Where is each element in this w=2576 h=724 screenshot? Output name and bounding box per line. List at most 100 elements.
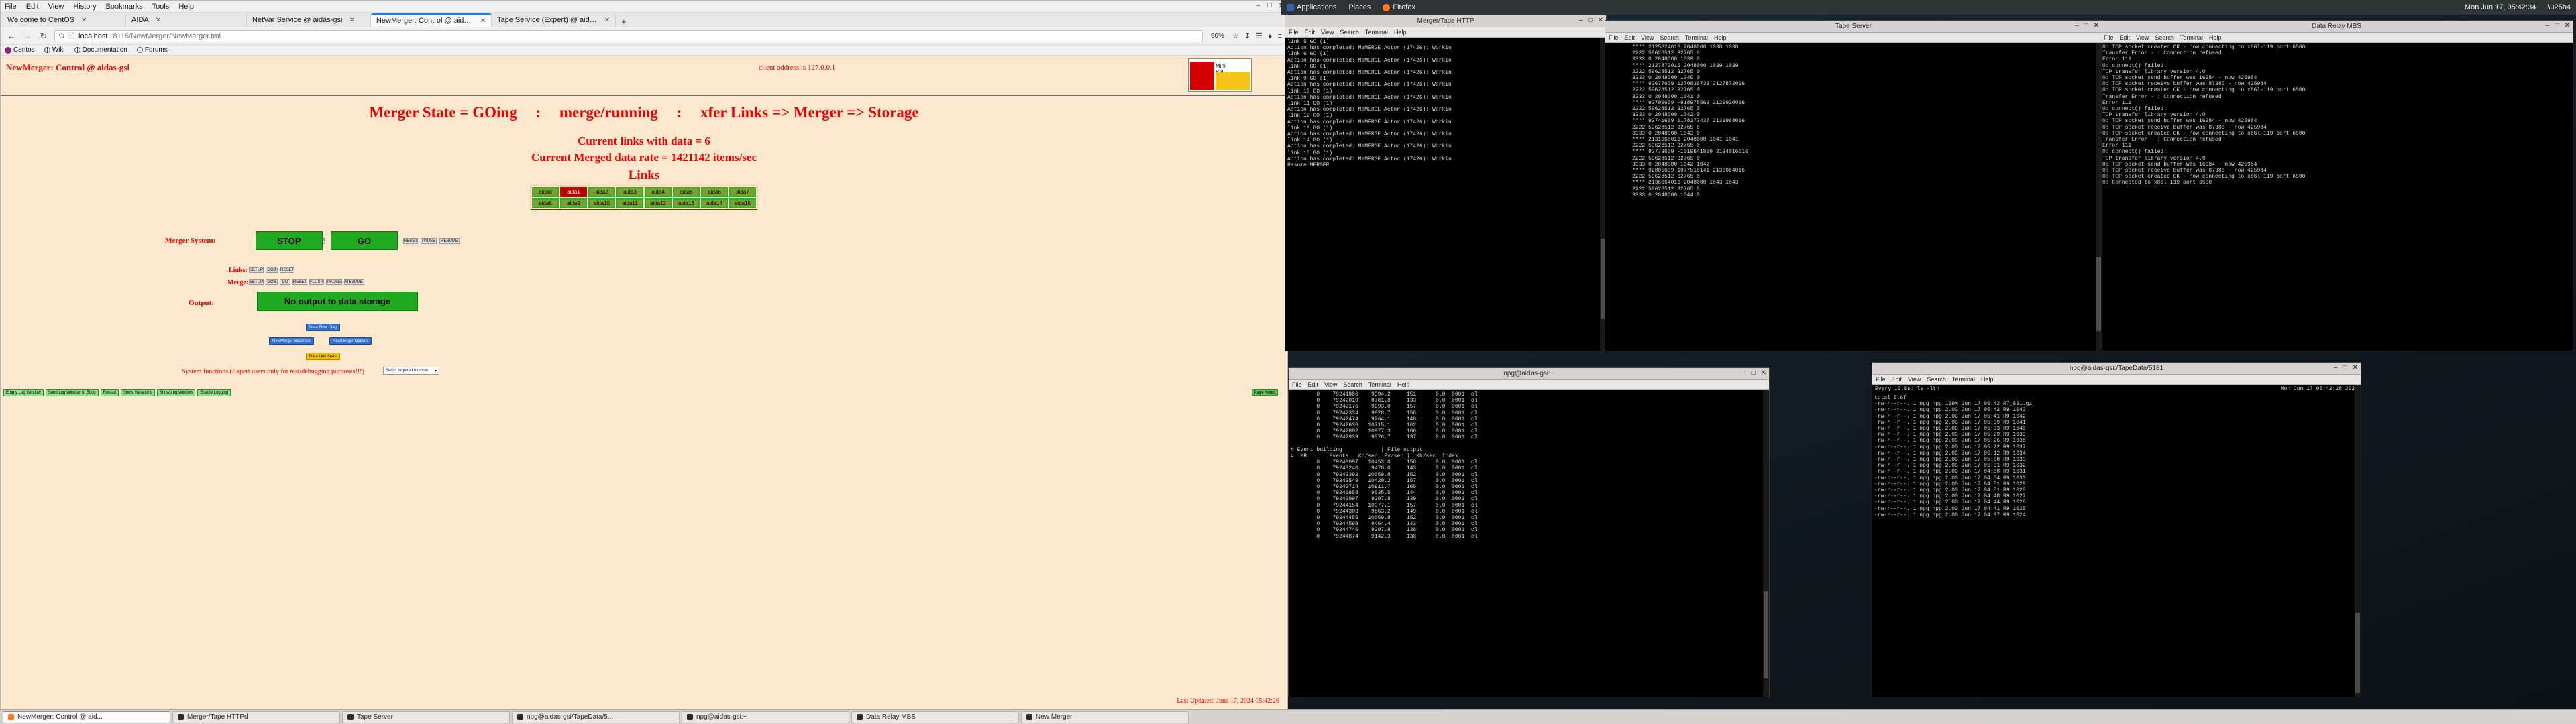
link-cell-aida15[interactable]: aida15 — [729, 198, 756, 208]
close-button[interactable]: ✕ — [1598, 17, 1603, 24]
show-variations-button[interactable]: Show Variations — [121, 389, 155, 396]
close-button[interactable]: ✕ — [2565, 22, 2570, 29]
browser-tab-aida[interactable]: AIDA ✕ — [126, 13, 247, 27]
link-cell-aida3[interactable]: aida3 — [616, 187, 643, 197]
browser-tab-tapeservice[interactable]: Tape Service (Expert) @ aidas... ✕ — [492, 13, 616, 27]
menu-file[interactable]: File — [1609, 34, 1619, 41]
system-function-select[interactable]: Select required function ▾ — [383, 367, 439, 375]
send-log-window-to-elog-button[interactable]: Send Log Window to ELog — [46, 389, 99, 396]
menu-help[interactable]: Help — [1981, 376, 1994, 383]
link-cell-aida9[interactable]: aida9 — [560, 198, 587, 208]
tab-close-icon[interactable]: ✕ — [156, 17, 161, 24]
menu-view[interactable]: View — [1324, 381, 1337, 388]
terminal-titlebar[interactable]: Tape Server – □ ✕ — [1605, 21, 2102, 33]
zoom-level[interactable]: 60% — [1208, 32, 1227, 40]
maximize-button[interactable]: □ — [2555, 22, 2559, 29]
browser-tab-newmerger[interactable]: NewMerger: Control @ aidas-... ✕ — [371, 13, 492, 27]
new-tab-button[interactable]: + — [616, 17, 632, 27]
maximize-button[interactable]: □ — [2343, 364, 2347, 371]
minimize-button[interactable]: – — [1579, 17, 1583, 24]
bookmark-wiki[interactable]: Wiki — [44, 46, 65, 54]
merge-go-button[interactable]: GO — [280, 279, 290, 285]
menu-help[interactable]: Help — [178, 3, 194, 11]
tab-close-icon[interactable]: ✕ — [349, 17, 354, 24]
link-cell-aida1[interactable]: aida1 — [560, 187, 587, 197]
menu-bookmarks[interactable]: Bookmarks — [106, 3, 143, 11]
menu-search[interactable]: Search — [1660, 34, 1679, 41]
minimize-button[interactable]: – — [2334, 364, 2338, 371]
merge-reset-button[interactable]: RESET — [292, 279, 307, 285]
merge-resume-button[interactable]: RESUME — [344, 279, 364, 285]
menu-help[interactable]: Help — [1394, 29, 1407, 36]
show-log-window-button[interactable]: Show Log Window — [157, 389, 196, 396]
merge-gob-button[interactable]: GOB — [266, 279, 278, 285]
terminal-titlebar[interactable]: npg@aidas-gsi:~ – □ ✕ — [1289, 368, 1769, 380]
menu-edit[interactable]: Edit — [1625, 34, 1635, 41]
menu-view[interactable]: View — [1641, 34, 1654, 41]
tab-close-icon[interactable]: ✕ — [604, 17, 610, 24]
merger-resume-button[interactable]: RESUME — [439, 238, 460, 244]
newmerger-options-button[interactable]: NewMerger Options — [329, 337, 372, 345]
link-cell-aida12[interactable]: aida12 — [645, 198, 672, 208]
merger-stop-button[interactable]: STOP — [256, 231, 323, 250]
taskbar-item-merger-tape-httpd[interactable]: Merger/Tape HTTPd — [172, 711, 340, 723]
menu-view[interactable]: View — [1321, 29, 1334, 36]
menu-search[interactable]: Search — [1340, 29, 1359, 36]
link-cell-aida8[interactable]: aida8 — [532, 198, 559, 208]
maximize-button[interactable]: □ — [2084, 22, 2088, 29]
merger-go-button[interactable]: GO — [331, 231, 398, 250]
account-icon[interactable]: ● — [1268, 32, 1273, 40]
menu-edit[interactable]: Edit — [1308, 381, 1319, 388]
taskbar-item-newmerger[interactable]: NewMerger: Control @ aid... — [3, 711, 170, 723]
merger-pause-button[interactable]: PAUSE — [421, 238, 437, 244]
menu-file[interactable]: File — [1289, 29, 1299, 36]
taskbar-item-data-relay-mbs[interactable]: Data Relay MBS — [851, 711, 1019, 723]
back-icon[interactable]: ← — [6, 31, 17, 41]
panel-applications-menu[interactable]: Applications — [1287, 3, 1336, 11]
menu-terminal[interactable]: Terminal — [1368, 381, 1391, 388]
merger-reset-button[interactable]: RESET — [403, 238, 418, 244]
minimize-button[interactable]: – — [1256, 1, 1260, 10]
link-cell-aida4[interactable]: aida4 — [645, 187, 672, 197]
menu-edit[interactable]: Edit — [26, 3, 39, 11]
menu-history[interactable]: History — [73, 3, 96, 11]
close-button[interactable]: ✕ — [1761, 369, 1766, 377]
menu-search[interactable]: Search — [1927, 376, 1946, 383]
menu-terminal[interactable]: Terminal — [1685, 34, 1708, 41]
menu-terminal[interactable]: Terminal — [1952, 376, 1975, 383]
taskbar-item-npg-home[interactable]: npg@aidas-gsi:~ — [682, 711, 849, 723]
browser-tab-netvar[interactable]: NetVar Service @ aidas-gsi ✕ — [247, 13, 371, 27]
taskbar-item-new-merger[interactable]: New Merger — [1021, 711, 1189, 723]
menu-file[interactable]: File — [5, 3, 17, 11]
menu-edit[interactable]: Edit — [1305, 29, 1316, 36]
bookmark-star-icon[interactable]: ☆ — [1232, 32, 1239, 40]
links-setup-button[interactable]: SETUP — [249, 267, 264, 273]
menu-help[interactable]: Help — [1397, 381, 1410, 388]
menu-help[interactable]: Help — [1714, 34, 1727, 41]
links-gob-button[interactable]: GOB — [266, 267, 278, 273]
close-button[interactable]: ✕ — [2094, 22, 2099, 29]
close-button[interactable]: ✕ — [2353, 364, 2358, 371]
menu-terminal[interactable]: Terminal — [1365, 29, 1388, 36]
taskbar-item-tapedata[interactable]: npg@aidas-gsi/TapeData/5... — [512, 711, 680, 723]
minimize-button[interactable]: – — [2546, 22, 2550, 29]
bookmark-documentation[interactable]: Documentation — [74, 46, 127, 54]
data-link-stats-button[interactable]: Data Link Stats — [306, 353, 340, 360]
menu-file[interactable]: File — [1876, 376, 1886, 383]
link-cell-aida0[interactable]: aida0 — [532, 187, 559, 197]
terminal-titlebar[interactable]: Data Relay MBS – □ ✕ — [2100, 21, 2573, 33]
terminal-scrollbar[interactable] — [2096, 43, 2102, 351]
maximize-button[interactable]: □ — [1589, 17, 1593, 24]
library-icon[interactable]: ☰ — [1256, 32, 1263, 40]
menu-search[interactable]: Search — [2155, 34, 2174, 41]
links-reset-button[interactable]: RESET — [280, 267, 294, 273]
link-cell-aida5[interactable]: aida5 — [673, 187, 700, 197]
reload-button[interactable]: Reload — [101, 389, 119, 396]
menu-file[interactable]: File — [2104, 34, 2114, 41]
reload-icon[interactable]: ↻ — [38, 31, 49, 42]
link-cell-aida7[interactable]: aida7 — [729, 187, 756, 197]
taskbar-item-tape-server[interactable]: Tape Server — [342, 711, 510, 723]
menu-help[interactable]: Help — [2209, 34, 2222, 41]
link-cell-aida2[interactable]: aida2 — [588, 187, 615, 197]
terminal-scrollbar[interactable] — [2355, 385, 2361, 697]
